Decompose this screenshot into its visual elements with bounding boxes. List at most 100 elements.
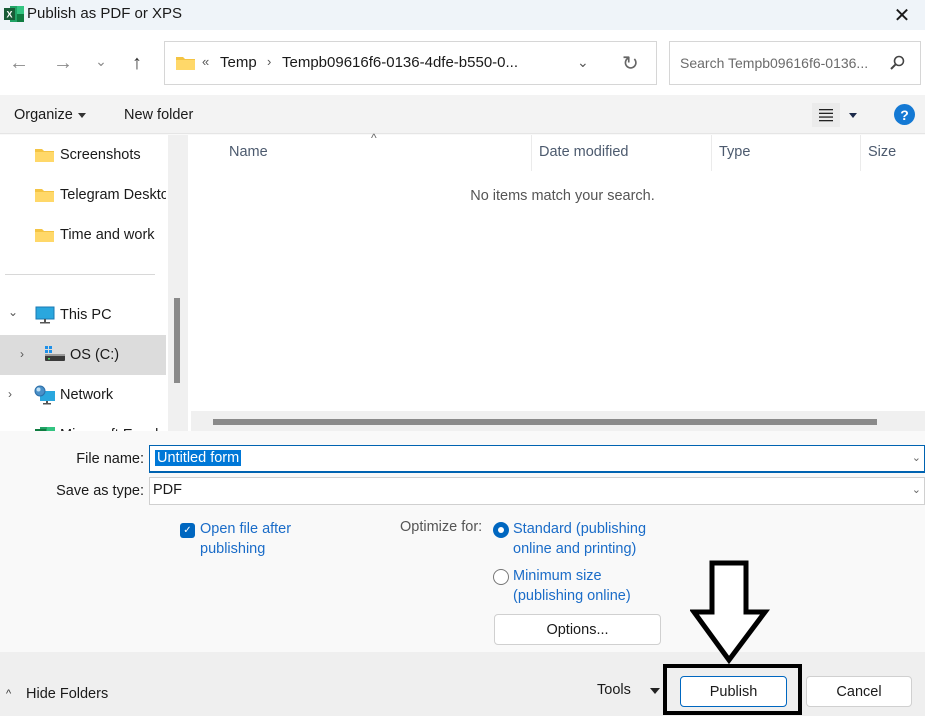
list-view-icon [819,109,833,122]
navigation-bar: ← → ⌄ ↑ « Temp › Tempb09616f6-0136-4dfe-… [0,30,925,95]
sidebar-item-label: Time and work [60,227,155,243]
sidebar-scrollbar[interactable] [168,135,188,431]
cancel-button[interactable]: Cancel [806,676,912,707]
sidebar-item-label: OS (C:) [70,347,120,363]
breadcrumb-separator-icon: › [267,54,272,69]
save-as-type-label: Save as type: [56,483,144,499]
close-icon: ✕ [893,4,911,27]
file-name-value: Untitled form [155,450,242,466]
command-toolbar: Organize New folder ? [0,95,925,134]
column-header-size[interactable]: Size [868,135,896,171]
title-bar: X Publish as PDF or XPS ✕ [0,0,925,30]
optimize-minimum-size-radio[interactable] [493,569,509,585]
organize-menu[interactable]: Organize [14,107,86,123]
breadcrumb-current-folder[interactable]: Tempb09616f6-0136-4dfe-b550-0... [282,54,518,71]
empty-state-message: No items match your search. [470,188,655,204]
optimize-minimum-size-label[interactable]: Minimum size (publishing online) [513,566,631,606]
view-options-button[interactable] [812,103,840,127]
back-arrow-icon: ← [9,51,29,74]
back-button[interactable]: ← [6,50,32,76]
sidebar-item-telegram-desktop[interactable]: Telegram Desktop [0,175,166,215]
sidebar-divider [5,274,155,275]
search-icon[interactable] [888,54,906,72]
computer-icon [35,306,55,324]
column-separator[interactable] [711,135,712,171]
network-icon [34,385,55,405]
label-line: Standard (publishing [513,521,647,537]
save-as-type-select[interactable]: PDF ⌄ [149,477,925,505]
window-title: Publish as PDF or XPS [27,5,183,22]
sidebar-item-time-and-work[interactable]: Time and work [0,215,166,255]
chevron-right-icon[interactable]: › [20,347,24,361]
open-file-after-publishing-checkbox[interactable]: ✓ [180,523,195,538]
label-line: publishing [200,541,266,557]
search-box[interactable]: Search Tempb09616f6-0136... [669,41,921,85]
forward-arrow-icon: → [53,51,73,74]
file-list: ^ Name Date modified Type Size No items … [191,131,925,411]
navigation-pane: Screenshots Telegram Desktop Time and wo… [0,135,168,431]
help-icon: ? [900,106,909,123]
horizontal-scrollbar-thumb[interactable] [213,419,877,425]
organize-label: Organize [14,107,73,123]
optimize-for-label: Optimize for: [400,519,483,535]
recent-locations-button[interactable]: ⌄ [88,48,114,74]
label-line: (publishing online) [513,588,631,604]
column-header-name[interactable]: Name [229,135,268,171]
optimize-standard-label[interactable]: Standard (publishing online and printing… [513,519,646,559]
publish-button[interactable]: Publish [680,676,787,707]
folder-icon [176,57,195,70]
breadcrumb-overflow-icon[interactable]: « [202,54,209,69]
forward-button[interactable]: → [50,50,76,76]
sidebar-item-microsoft-excel[interactable]: › Microsoft Excel [0,415,166,431]
label-line: Open file after [200,521,292,537]
chevron-up-icon: ^ [6,688,12,700]
sidebar-scrollbar-thumb[interactable] [174,298,180,383]
chevron-right-icon[interactable]: › [8,387,12,401]
excel-icon: X [4,6,24,22]
hide-folders-button[interactable]: ^ Hide Folders [6,686,108,702]
file-name-input[interactable]: Untitled form ⌄ [149,445,925,473]
folder-icon [35,229,54,242]
options-button[interactable]: Options... [494,614,661,645]
caret-down-icon [77,112,86,118]
breadcrumb-temp[interactable]: Temp [220,54,257,71]
sidebar-item-os-c[interactable]: › OS (C:) [0,335,166,375]
search-placeholder: Search Tempb09616f6-0136... [680,55,869,71]
tools-dropdown-icon[interactable] [650,688,660,694]
folder-icon [35,149,54,162]
save-as-type-value: PDF [153,482,182,498]
chevron-down-icon: ⌄ [95,52,107,69]
open-file-after-publishing-label[interactable]: Open file after publishing [200,519,291,559]
column-header-date-modified[interactable]: Date modified [539,135,628,171]
up-arrow-icon: ↑ [132,51,142,74]
sidebar-item-this-pc[interactable]: ⌄ This PC [0,295,166,335]
chevron-down-icon[interactable]: ⌄ [8,305,18,319]
sidebar-item-label: This PC [60,307,112,323]
checkmark-icon: ✓ [183,525,192,536]
new-folder-button[interactable]: New folder [124,107,193,123]
svg-text:X: X [6,10,12,20]
address-bar[interactable]: « Temp › Tempb09616f6-0136-4dfe-b550-0..… [164,41,657,85]
file-name-label: File name: [76,451,144,467]
address-dropdown-icon[interactable]: ⌄ [577,54,589,71]
hide-folders-label: Hide Folders [26,686,109,702]
view-dropdown-icon[interactable] [849,113,857,118]
drive-icon [45,346,65,361]
close-button[interactable]: ✕ [879,0,925,30]
optimize-standard-radio[interactable] [493,522,509,538]
chevron-down-icon[interactable]: ⌄ [912,483,921,496]
sidebar-item-screenshots[interactable]: Screenshots [0,135,166,175]
label-line: Minimum size [513,568,602,584]
refresh-icon[interactable]: ↻ [622,51,639,76]
chevron-down-icon[interactable]: ⌄ [912,451,921,464]
up-button[interactable]: ↑ [124,50,150,76]
column-separator[interactable] [860,135,861,171]
column-separator[interactable] [531,135,532,171]
column-header-type[interactable]: Type [719,135,750,171]
sidebar-item-label: Telegram Desktop [60,187,166,203]
sidebar-item-network[interactable]: › Network [0,375,166,415]
tools-menu[interactable]: Tools [597,682,631,698]
dialog-footer: ^ Hide Folders Tools Publish Cancel [0,652,925,716]
help-button[interactable]: ? [894,104,915,125]
folder-icon [35,189,54,202]
